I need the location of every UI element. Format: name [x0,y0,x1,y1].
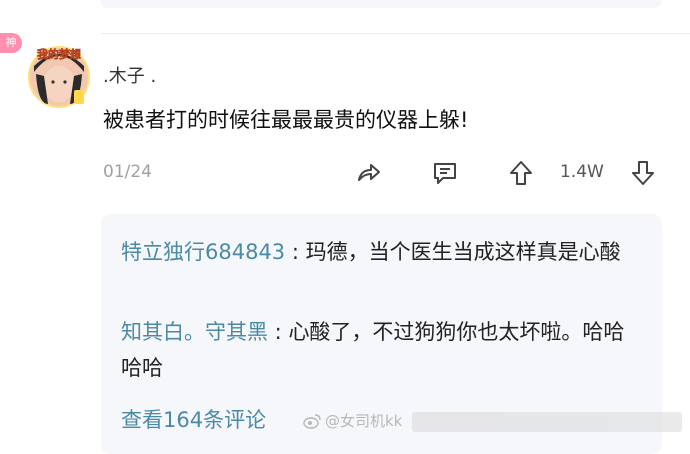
comment-username[interactable]: .木子 . [103,62,156,88]
reply-separator: : [268,320,289,344]
comment-text: 被患者打的时候往最最最贵的仪器上躲! [103,108,469,132]
previous-card-bottom [100,0,662,8]
reply-text: 玛德，当个医生当成这样真是心酸 [305,240,621,264]
upvote-icon[interactable] [506,158,536,188]
weibo-icon [303,413,321,429]
comment-actions: 01/24 1.4W [0,156,690,190]
divider [100,33,690,34]
upvote-count: 1.4W [560,162,604,182]
god-comment-badge: 神 [0,33,22,53]
share-icon[interactable] [353,158,383,188]
view-more-replies-link[interactable]: 查看164条评论 [121,404,266,434]
reply-item[interactable]: 特立独行684843 : 玛德，当个医生当成这样真是心酸 [121,234,641,270]
comment-icon[interactable] [430,158,460,188]
comment-counter: 01/24 [103,162,152,182]
watermark: @女司机kk [303,410,402,431]
avatar[interactable]: 我的梦想 [26,42,92,108]
reply-author[interactable]: 特立独行684843 [121,240,285,264]
reply-item[interactable]: 知其白。守其黑 : 心酸了，不过狗狗你也太坏啦。哈哈哈哈 [121,314,641,386]
watermark-overlay [412,412,682,432]
reply-author[interactable]: 知其白。守其黑 [121,320,268,344]
avatar-caption: 我的梦想 [37,47,81,61]
watermark-text: @女司机kk [325,412,403,430]
downvote-icon[interactable] [628,158,658,188]
reply-separator: : [285,240,306,264]
